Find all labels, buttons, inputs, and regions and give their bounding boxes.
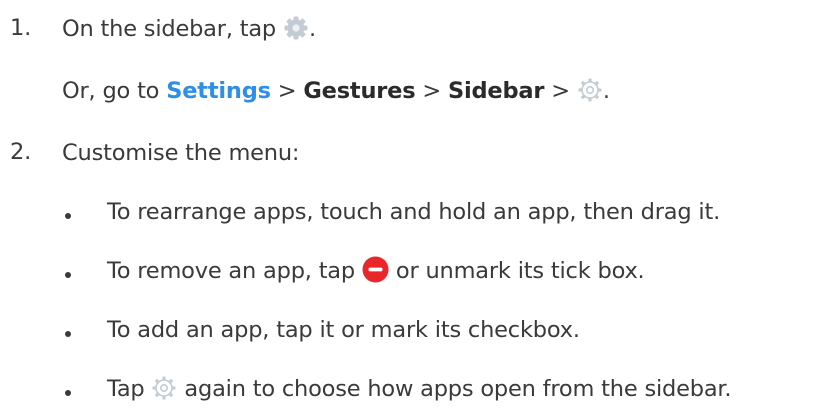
- alt-prefix: Or, go to: [62, 78, 167, 104]
- bullet-item: To rearrange apps, touch and hold an app…: [107, 199, 721, 225]
- remove-icon: [362, 256, 389, 283]
- step-1-period: .: [308, 16, 316, 42]
- bullet-item: Tap again to choose how apps open from t…: [107, 374, 732, 404]
- gear-outline-icon: [577, 77, 603, 103]
- bullet-icon: [65, 331, 71, 337]
- alt-suffix: .: [602, 78, 610, 104]
- bullet-item: To remove an app, tap or unmark its tick…: [107, 256, 645, 286]
- gear-solid-icon: [283, 15, 309, 41]
- gear-outline-icon: [151, 375, 177, 401]
- gestures-menu: Gestures: [303, 78, 416, 104]
- settings-link[interactable]: Settings: [166, 78, 271, 104]
- bullet-icon: [65, 272, 71, 278]
- bullet-text-before: To remove an app, tap: [107, 258, 362, 284]
- separator: >: [270, 78, 304, 104]
- sidebar-menu: Sidebar: [448, 78, 545, 104]
- step-1-label: On the sidebar, tap: [62, 16, 277, 42]
- instructions-document: 1. On the sidebar, tap . Or, go to Setti…: [0, 0, 832, 406]
- bullet-text-after: again to choose how apps open from the s…: [177, 376, 732, 402]
- step-1-text: On the sidebar, tap .: [62, 14, 316, 44]
- separator: >: [544, 78, 577, 104]
- separator: >: [415, 78, 448, 104]
- step-number: 2.: [10, 139, 32, 165]
- step-1-alt-path: Or, go to Settings > Gestures > Sidebar …: [62, 76, 610, 106]
- bullet-text-before: Tap: [107, 376, 152, 402]
- bullet-icon: [65, 390, 71, 396]
- bullet-item: To add an app, tap it or mark its checkb…: [107, 317, 580, 343]
- bullet-text-after: or unmark its tick box.: [388, 258, 645, 284]
- bullet-icon: [65, 213, 71, 219]
- step-number: 1.: [10, 15, 32, 41]
- step-2-text: Customise the menu:: [62, 140, 300, 166]
